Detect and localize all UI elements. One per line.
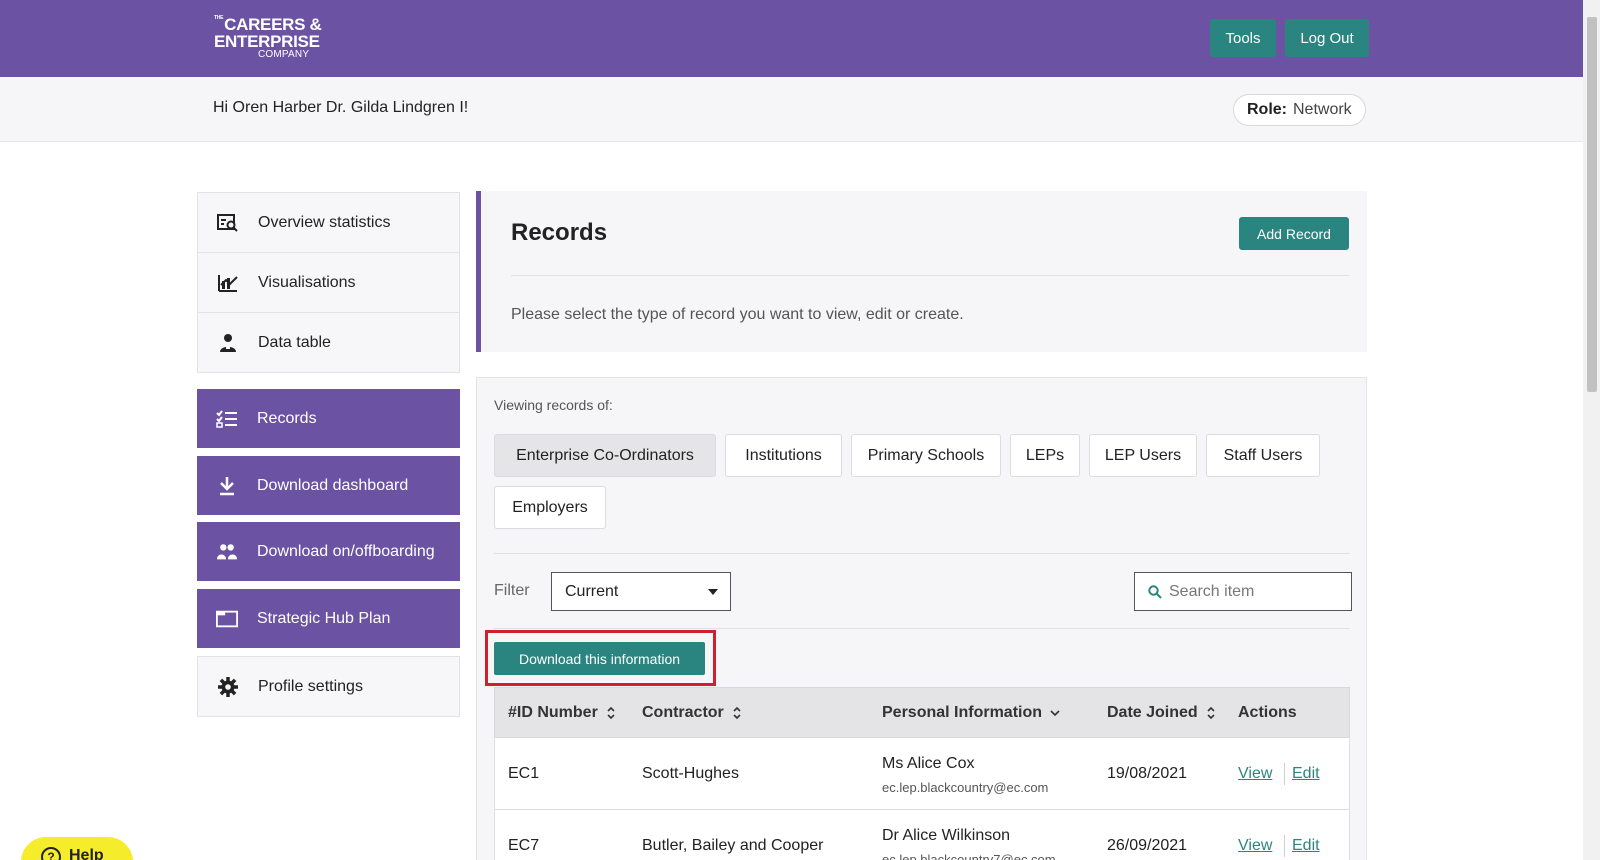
role-value: Network (1293, 101, 1352, 118)
divider (494, 628, 1350, 629)
sidebar-item-label: Download on/offboarding (257, 542, 435, 560)
sidebar-item-label: Profile settings (258, 677, 363, 695)
search-box[interactable] (1134, 572, 1352, 611)
chart-icon (217, 272, 239, 294)
logo-small-text: THE (214, 15, 224, 21)
sidebar-item-label: Data table (258, 333, 331, 351)
help-button[interactable]: ? Help (21, 837, 133, 860)
cell-contractor: Butler, Bailey and Cooper (642, 837, 824, 854)
cell-id: EC7 (508, 837, 540, 854)
checklist-icon (216, 408, 238, 430)
search-icon (1148, 584, 1162, 599)
record-type-leps[interactable]: LEPs (1010, 434, 1080, 477)
logo-line3: COMPANY (258, 49, 310, 60)
column-header-label: Contractor (642, 703, 724, 721)
sidebar-item-data-table[interactable]: Data table (197, 312, 460, 373)
sort-icon (606, 705, 616, 721)
stats-search-icon (217, 212, 239, 234)
sidebar-item-label: Records (257, 409, 317, 427)
tools-button[interactable]: Tools (1210, 19, 1276, 57)
record-type-employers[interactable]: Employers (494, 486, 606, 529)
record-type-lep-users[interactable]: LEP Users (1089, 434, 1197, 477)
sidebar-item-visualisations[interactable]: Visualisations (197, 252, 460, 313)
search-input[interactable] (1169, 582, 1329, 601)
column-header-label: #ID Number (508, 703, 598, 721)
page-title: Records (511, 219, 608, 246)
sidebar-item-overview-statistics[interactable]: Overview statistics (197, 192, 460, 253)
column-header-actions: Actions (1238, 704, 1297, 722)
scrollbar-thumb[interactable] (1587, 17, 1597, 392)
cell-name: Dr Alice Wilkinson (882, 827, 1011, 844)
records-header-card: Records Add Record Please select the typ… (476, 191, 1367, 352)
greeting-bar: Hi Oren Harber Dr. Gilda Lindgren I! Rol… (0, 77, 1583, 142)
filter-label: Filter (494, 582, 530, 599)
cell-name: Ms Alice Cox (882, 755, 975, 772)
filter-value: Current (565, 582, 619, 600)
records-panel: Viewing records of: Enterprise Co-Ordina… (476, 377, 1367, 860)
divider (1284, 763, 1285, 785)
sidebar-item-records[interactable]: Records (197, 389, 460, 448)
download-icon (216, 475, 238, 497)
table-header: #ID Number Contractor Personal Informati… (494, 687, 1350, 738)
table-row: EC7 Butler, Bailey and Cooper Dr Alice W… (494, 810, 1350, 860)
help-label: Help (69, 847, 104, 860)
divider (494, 553, 1350, 554)
column-header-label: Personal Information (882, 703, 1043, 721)
cell-date: 26/09/2021 (1107, 837, 1188, 854)
help-icon: ? (41, 847, 61, 860)
sidebar-item-label: Download dashboard (257, 476, 409, 494)
caret-down-icon (708, 589, 718, 595)
folder-icon (216, 608, 238, 630)
sidebar-item-label: Visualisations (258, 273, 356, 291)
sidebar-item-profile-settings[interactable]: Profile settings (197, 656, 460, 717)
people-icon (216, 541, 238, 563)
sort-icon (732, 705, 742, 721)
column-header-label: Date Joined (1107, 703, 1198, 721)
chevron-down-icon (1050, 705, 1060, 721)
role-badge: Role: Network (1233, 94, 1366, 126)
record-type-enterprise-coordinators[interactable]: Enterprise Co-Ordinators (494, 434, 716, 477)
sidebar-item-download-dashboard[interactable]: Download dashboard (197, 456, 460, 515)
table-row: EC1 Scott-Hughes Ms Alice Cox ec.lep.bla… (494, 738, 1350, 810)
add-record-button[interactable]: Add Record (1239, 217, 1349, 250)
records-table: #ID Number Contractor Personal Informati… (494, 687, 1350, 860)
sort-icon (1206, 705, 1216, 721)
cell-email: ec.lep.blackcountry7@ec.com (882, 852, 1056, 860)
viewing-label: Viewing records of: (494, 397, 613, 413)
records-description: Please select the type of record you wan… (511, 306, 964, 323)
view-link[interactable]: View (1238, 765, 1272, 783)
sidebar-item-strategic-hub-plan[interactable]: Strategic Hub Plan (197, 589, 460, 648)
column-header-label: Actions (1238, 703, 1297, 721)
divider (1284, 835, 1285, 857)
gear-icon (217, 676, 239, 698)
cell-id: EC1 (508, 765, 540, 782)
greeting-text: Hi Oren Harber Dr. Gilda Lindgren I! (213, 99, 469, 116)
edit-link[interactable]: Edit (1292, 837, 1320, 855)
column-header-personal-information[interactable]: Personal Information (882, 704, 1060, 722)
sidebar-item-download-onoffboarding[interactable]: Download on/offboarding (197, 522, 460, 581)
column-header-date-joined[interactable]: Date Joined (1107, 704, 1216, 722)
record-type-primary-schools[interactable]: Primary Schools (851, 434, 1001, 477)
logout-button[interactable]: Log Out (1285, 19, 1369, 57)
sidebar-item-label: Strategic Hub Plan (257, 609, 391, 627)
view-link[interactable]: View (1238, 837, 1272, 855)
cell-email: ec.lep.blackcountry@ec.com (882, 780, 1049, 795)
record-type-institutions[interactable]: Institutions (725, 434, 842, 477)
sidebar-item-label: Overview statistics (258, 213, 391, 231)
cell-contractor: Scott-Hughes (642, 765, 739, 782)
page-scrollbar[interactable] (1583, 0, 1600, 860)
divider (511, 275, 1349, 276)
edit-link[interactable]: Edit (1292, 765, 1320, 783)
download-information-button[interactable]: Download this information (494, 642, 705, 675)
logo-line2: ENTERPRISE (214, 32, 320, 51)
role-label: Role: (1247, 101, 1287, 118)
top-bar: THECAREERS & ENTERPRISE COMPANY Tools Lo… (0, 0, 1583, 77)
cell-date: 19/08/2021 (1107, 765, 1188, 782)
company-logo[interactable]: THECAREERS & ENTERPRISE COMPANY (214, 16, 322, 60)
filter-select[interactable]: Current (551, 572, 731, 611)
column-header-contractor[interactable]: Contractor (642, 704, 742, 722)
column-header-id[interactable]: #ID Number (508, 704, 616, 722)
record-type-staff-users[interactable]: Staff Users (1206, 434, 1320, 477)
person-table-icon (217, 332, 239, 354)
